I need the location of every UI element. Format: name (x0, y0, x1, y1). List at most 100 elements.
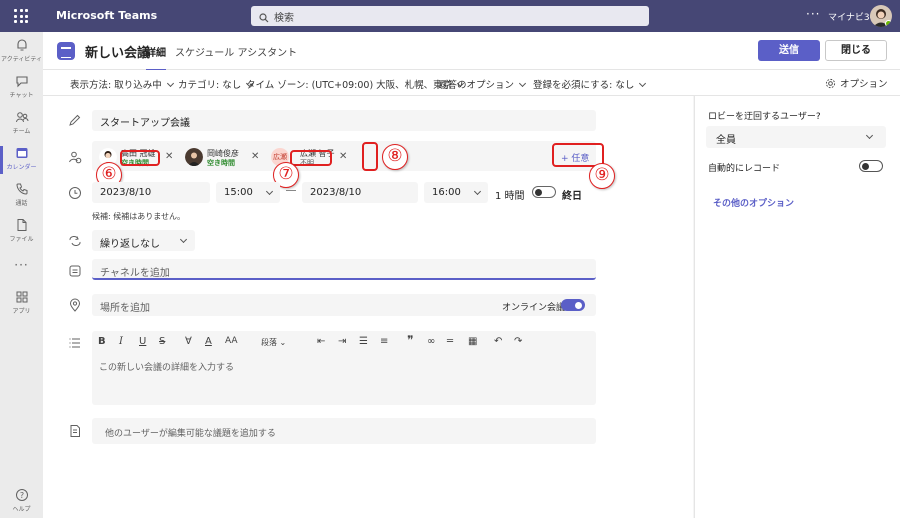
title-bar: Microsoft Teams 検索 ··· マイナビ365 (0, 0, 900, 32)
show-as-label: 表示方法: 取り込み中 (70, 80, 162, 91)
rail-help[interactable]: ? ヘルプ (0, 488, 43, 513)
rail-calls[interactable]: 通話 (0, 182, 43, 207)
undo-icon[interactable]: ↶ (494, 336, 502, 347)
app-launcher-icon[interactable] (14, 9, 28, 23)
strikethrough-icon[interactable]: S (159, 336, 165, 347)
show-as-dropdown[interactable]: 表示方法: 取り込み中 (70, 77, 174, 91)
font-color-icon[interactable]: A (205, 336, 212, 347)
file-icon (17, 219, 26, 231)
registration-label: 登録を必須にする: なし (533, 80, 635, 91)
end-time-picker[interactable]: 16:00 (424, 182, 488, 203)
rail-teams[interactable]: チーム (0, 110, 43, 135)
rail-calendar[interactable]: カレンダー (0, 146, 43, 174)
online-meeting-toggle[interactable] (561, 299, 585, 311)
chevron-down-icon (518, 79, 527, 88)
search-icon (259, 13, 269, 23)
chevron-down-icon (166, 79, 174, 88)
annotation-box (120, 150, 160, 166)
attendee-avatar (185, 148, 203, 166)
bold-icon[interactable]: B (98, 336, 106, 347)
underline-icon[interactable]: U (139, 336, 146, 347)
chat-icon (15, 76, 28, 88)
calendar-icon (16, 148, 27, 158)
attendee-chip[interactable]: 岡崎俊彦 空き時間 ✕ (185, 148, 270, 167)
app-title: Microsoft Teams (56, 9, 158, 22)
category-dropdown[interactable]: カテゴリ: なし (178, 77, 254, 91)
lobby-bypass-dropdown[interactable]: 全員 (706, 126, 886, 148)
remove-attendee-icon[interactable]: ✕ (165, 151, 173, 162)
start-time-picker[interactable]: 15:00 (216, 182, 280, 203)
highlight-icon[interactable]: ∀ (185, 336, 192, 347)
more-options-icon[interactable]: ··· (806, 7, 820, 21)
response-options-dropdown[interactable]: 返答のオプション (438, 77, 527, 91)
pencil-icon (69, 114, 81, 126)
send-button[interactable]: 送信 (758, 40, 820, 61)
more-options-link[interactable]: その他のオプション (713, 196, 794, 209)
rail-chat[interactable]: チャット (0, 74, 43, 99)
agenda-icon (70, 425, 80, 437)
rail-apps[interactable]: アプリ (0, 290, 43, 315)
rail-more[interactable]: ··· (0, 258, 43, 272)
increase-indent-icon[interactable]: ⇥ (338, 336, 346, 347)
chevron-down-icon (265, 187, 274, 196)
user-avatar[interactable] (870, 5, 892, 27)
response-label: 返答のオプション (438, 80, 515, 91)
annotation-number: ⑨ (589, 163, 615, 189)
title-value: スタートアップ会議 (100, 118, 190, 129)
italic-icon[interactable]: I (119, 336, 123, 347)
start-time: 15:00 (224, 187, 253, 198)
start-date: 2023/8/10 (100, 187, 152, 198)
options-bar: 表示方法: 取り込み中 カテゴリ: なし タイム ゾーン: (UTC+09:00… (43, 70, 900, 96)
repeat-dropdown[interactable]: 繰り返しなし (92, 230, 195, 251)
rail-label: ファイル (9, 236, 34, 243)
remove-attendee-icon[interactable]: ✕ (251, 151, 259, 162)
location-icon (69, 298, 81, 312)
chevron-down-icon (179, 235, 188, 244)
annotation-number: ⑧ (382, 144, 408, 170)
numbered-list-icon[interactable]: ≡ (380, 336, 388, 347)
timezone-dropdown[interactable]: タイム ゾーン: (UTC+09:00) 大阪、札幌、東京 (246, 77, 465, 91)
paragraph-label: 段落 (261, 338, 277, 347)
options-button[interactable]: オプション (825, 76, 888, 90)
rail-label: チャット (9, 92, 34, 99)
decrease-indent-icon[interactable]: ⇤ (317, 336, 325, 347)
link-icon[interactable]: ∞ (427, 336, 435, 347)
rail-files[interactable]: ファイル (0, 218, 43, 243)
timezone-label: タイム ゾーン: (UTC+09:00) 大阪、札幌、東京 (246, 80, 453, 91)
close-button[interactable]: 閉じる (825, 40, 887, 61)
redo-icon[interactable]: ↷ (514, 336, 522, 347)
details-placeholder: この新しい会議の詳細を入力する (99, 363, 235, 373)
lobby-bypass-value: 全員 (716, 135, 736, 146)
rail-label: アクティビティ (1, 56, 42, 63)
search-placeholder: 検索 (274, 13, 294, 24)
paragraph-dropdown[interactable]: 段落 ⌄ (261, 337, 286, 348)
title-input[interactable]: スタートアップ会議 (92, 110, 596, 131)
agenda-input[interactable]: 他のユーザーが編集可能な議題を追加する (92, 418, 596, 444)
tab-details[interactable]: 詳細 (146, 44, 166, 71)
search-input[interactable]: 検索 (251, 6, 649, 26)
options-label: オプション (840, 79, 888, 90)
auto-record-toggle[interactable] (859, 160, 883, 172)
rail-label: アプリ (12, 308, 31, 315)
horizontal-rule-icon[interactable]: ═ (447, 336, 453, 347)
teams-icon (15, 112, 28, 123)
rail-activity[interactable]: アクティビティ (0, 38, 43, 63)
location-placeholder: 場所を追加 (100, 303, 150, 314)
presence-icon (885, 20, 892, 27)
registration-dropdown[interactable]: 登録を必須にする: なし (533, 77, 647, 91)
phone-icon (15, 183, 27, 195)
end-date-picker[interactable]: 2023/8/10 (302, 182, 418, 203)
agenda-placeholder: 他のユーザーが編集可能な議題を追加する (105, 429, 276, 439)
apps-icon (16, 291, 27, 303)
annotation-box (362, 142, 378, 171)
quote-icon[interactable]: ❞ (407, 333, 413, 347)
start-date-picker[interactable]: 2023/8/10 (92, 182, 210, 203)
bullet-list-icon[interactable]: ☰ (359, 336, 368, 347)
remove-attendee-icon[interactable]: ✕ (339, 151, 347, 162)
font-size-icon[interactable]: AA (225, 336, 238, 346)
channel-input[interactable]: チャネルを追加 (92, 259, 596, 280)
table-icon[interactable]: ▦ (468, 336, 477, 347)
tab-scheduling-assistant[interactable]: スケジュール アシスタント (175, 44, 297, 59)
allday-toggle[interactable] (532, 186, 556, 198)
rail-label: ヘルプ (12, 506, 31, 513)
